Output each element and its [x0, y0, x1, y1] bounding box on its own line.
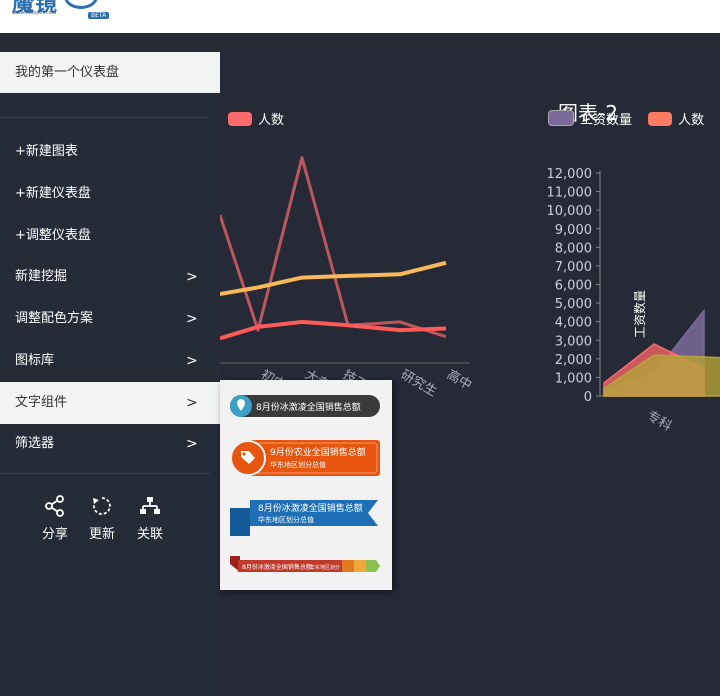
y-tick-label: 0 — [584, 390, 592, 405]
y-tick-label: 4,000 — [555, 316, 592, 331]
menu-new-dashboard[interactable]: +新建仪表盘 — [0, 173, 220, 215]
chart2-legend[interactable]: 工资数量 人数 — [548, 109, 704, 128]
y-tick-label: 11,000 — [547, 186, 593, 201]
chevron-right-icon: > — [186, 311, 198, 327]
menu-new-mining[interactable]: 新建挖掘 > — [0, 256, 220, 298]
refresh-icon — [93, 497, 111, 515]
x-tick-label: 专科 — [644, 408, 674, 434]
link-label: 关联 — [136, 527, 163, 542]
text-widget-2[interactable]: 9月份农业全国销售总额 华东地区划分总值 — [230, 438, 382, 478]
y-tick-label: 7,000 — [555, 260, 592, 275]
menu-label: +新建图表 — [15, 144, 78, 159]
chevron-right-icon: > — [186, 353, 198, 369]
widget-title: 8月份冰激凌全国销售总额 — [256, 401, 361, 413]
menu-label: +新建仪表盘 — [15, 186, 91, 201]
menu-label: 文字组件 — [15, 395, 68, 410]
menu-label: 调整配色方案 — [15, 311, 94, 326]
menu-label: 新建挖掘 — [15, 269, 68, 284]
menu-text-widgets[interactable]: 文字组件 > — [0, 382, 220, 424]
logo-url: www.moojnn.com — [12, 10, 57, 16]
x-tick-label: 高中 — [444, 367, 475, 394]
y-tick-label: 8,000 — [555, 241, 592, 256]
widget-subtitle: 华东地区划分总值 — [270, 460, 326, 469]
chevron-right-icon: > — [186, 436, 198, 452]
legend-swatch — [228, 112, 252, 126]
beta-badge: BETA — [88, 12, 110, 19]
action-bar: 分享 更新 关联 — [0, 495, 220, 555]
menu-label: 图标库 — [15, 353, 55, 368]
chart1-legend[interactable]: 人数 — [228, 109, 284, 128]
dashboard-canvas: 人数 初中大专技工研究生高中 图表-2 工资数量 人数 12,00011,000… — [220, 33, 720, 696]
dashboard-title-text: 我的第一个仪表盘 — [15, 65, 120, 80]
refresh-label: 更新 — [88, 527, 115, 542]
menu-filter[interactable]: 筛选器 > — [0, 423, 220, 465]
menu-color-scheme[interactable]: 调整配色方案 > — [0, 298, 220, 340]
widget-subtitle: 华东地区划分 — [310, 564, 340, 571]
text-widget-3[interactable]: 8月份冰激凌全国销售总额 华东地区划分总值 — [230, 498, 382, 538]
share-icon — [45, 495, 64, 517]
series-line — [220, 156, 447, 339]
legend-label: 人数 — [258, 113, 285, 128]
legend-swatch — [648, 112, 673, 126]
x-tick-label: 研究生 — [398, 367, 439, 399]
logo[interactable]: 魔镜 www.moojnn.com BETA — [8, 0, 110, 30]
share-button[interactable]: 分享 — [31, 495, 79, 542]
legend-swatch — [548, 110, 574, 126]
widget-title: 8月份冰激凌全国销售总额 — [242, 563, 312, 571]
widget-subtitle: 华东地区划分总值 — [258, 515, 314, 524]
menu-icon-library[interactable]: 图标库 > — [0, 340, 220, 382]
y-tick-label: 2,000 — [555, 353, 592, 368]
y-axis-label: 工资数量 — [632, 290, 647, 338]
divider — [0, 117, 210, 118]
widget-title: 9月份农业全国销售总额 — [270, 446, 366, 458]
link-button[interactable]: 关联 — [126, 495, 174, 542]
y-tick-label: 5,000 — [555, 297, 592, 312]
widget-title: 8月份冰激凌全国销售总额 — [258, 502, 363, 514]
y-tick-label: 6,000 — [555, 279, 592, 294]
menu-new-chart[interactable]: +新建图表 — [0, 131, 220, 173]
y-tick-label: 10,000 — [547, 204, 593, 219]
hierarchy-icon — [140, 497, 160, 514]
top-bar: 魔镜 www.moojnn.com BETA — [0, 0, 720, 33]
chevron-right-icon: > — [186, 395, 198, 411]
legend-label: 工资数量 — [580, 113, 633, 128]
divider — [0, 473, 210, 474]
chart2-plot[interactable]: 12,000 11,000 10,000 9,000 8,000 7,000 6,000 5,… — [547, 133, 720, 434]
dashboard-title[interactable]: 我的第一个仪表盘 — [0, 52, 220, 93]
menu-label: +调整仪表盘 — [15, 228, 91, 243]
share-label: 分享 — [41, 527, 68, 542]
magnifier-icon — [64, 0, 98, 9]
legend-label: 人数 — [678, 113, 705, 128]
y-tick-label: 3,000 — [555, 334, 592, 349]
y-tick-label: 12,000 — [547, 167, 593, 182]
text-widget-popover: 8月份冰激凌全国销售总额 9月份农业全国销售总额 华东地区划分总值 8月份冰激凌… — [220, 380, 392, 590]
sidebar: 我的第一个仪表盘 +新建图表 +新建仪表盘 +调整仪表盘 新建挖掘 > 调整配色… — [0, 33, 220, 696]
chevron-right-icon: > — [186, 269, 198, 285]
y-tick-label: 1,000 — [555, 371, 592, 386]
refresh-button[interactable]: 更新 — [78, 495, 126, 542]
menu-adjust-dashboard[interactable]: +调整仪表盘 — [0, 215, 220, 257]
text-widget-1[interactable]: 8月份冰激凌全国销售总额 — [230, 395, 382, 417]
y-tick-label: 9,000 — [555, 223, 592, 238]
text-widget-4[interactable]: 8月份冰激凌全国销售总额 华东地区划分 — [230, 554, 382, 576]
menu-label: 筛选器 — [15, 436, 55, 451]
